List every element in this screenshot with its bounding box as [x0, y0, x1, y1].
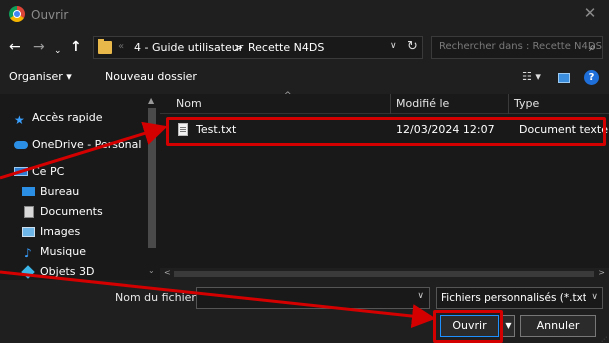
- text-file-icon: [178, 123, 188, 136]
- filetype-select[interactable]: Fichiers personnalisés (*.txt;*.ds ∨: [436, 287, 603, 309]
- sidebar-item-bureau[interactable]: Bureau: [0, 183, 146, 201]
- chevron-down-icon: ∨: [591, 292, 598, 302]
- address-bar[interactable]: « 4 - Guide utilisateur > Recette N4DS ∨…: [93, 36, 423, 59]
- search-input[interactable]: Rechercher dans : Recette N4DS ⌕: [431, 36, 603, 59]
- up-button[interactable]: ↑: [70, 38, 82, 56]
- refresh-button[interactable]: ↻: [407, 39, 418, 54]
- column-header-modified[interactable]: Modifié le: [396, 97, 449, 110]
- sidebar-item-acces-rapide[interactable]: ★ Accès rapide: [0, 109, 146, 127]
- chrome-icon: [9, 6, 25, 22]
- filename-label: Nom du fichier :: [115, 291, 204, 304]
- search-placeholder: Rechercher dans : Recette N4DS: [439, 41, 602, 52]
- cancel-button[interactable]: Annuler: [520, 315, 596, 337]
- window-title: Ouvrir: [31, 8, 69, 22]
- cloud-icon: [14, 141, 28, 149]
- view-options-button[interactable]: ☷ ▾: [522, 70, 541, 83]
- close-button[interactable]: ✕: [581, 4, 599, 22]
- sidebar-item-onedrive[interactable]: OneDrive - Personal: [0, 136, 146, 154]
- folder-icon: [98, 39, 112, 54]
- breadcrumb-recette-n4ds[interactable]: Recette N4DS: [248, 41, 324, 54]
- breadcrumb-guide-utilisateur[interactable]: 4 - Guide utilisateur: [134, 41, 243, 54]
- search-icon[interactable]: ⌕: [589, 40, 596, 55]
- breadcrumb-separator[interactable]: >: [234, 41, 243, 54]
- scroll-left-button[interactable]: <: [164, 268, 171, 277]
- address-dropdown-button[interactable]: ∨: [390, 41, 397, 51]
- desktop-icon: [22, 187, 35, 196]
- star-icon: ★: [14, 113, 25, 127]
- documents-icon: [24, 206, 34, 218]
- nav-scroll-down-button[interactable]: ⌄: [148, 266, 155, 275]
- open-button[interactable]: Ouvrir: [440, 315, 499, 337]
- sort-arrow-icon: ^: [284, 91, 292, 101]
- help-button[interactable]: ?: [584, 70, 599, 85]
- sidebar-item-documents[interactable]: Documents: [0, 203, 146, 221]
- column-separator[interactable]: [390, 94, 391, 114]
- chevron-down-icon[interactable]: ∨: [417, 291, 424, 301]
- file-modified: 12/03/2024 12:07: [396, 123, 495, 136]
- sidebar-item-ce-pc[interactable]: Ce PC: [0, 163, 146, 181]
- scrollbar-thumb[interactable]: [174, 271, 594, 277]
- navigation-pane: ★ Accès rapide OneDrive - Personal Ce PC…: [0, 94, 160, 280]
- nav-scrollbar[interactable]: [148, 108, 156, 248]
- file-list: ^ Nom Modifié le Type Test.txt 12/03/202…: [160, 91, 609, 280]
- open-file-dialog: Ouvrir ✕ ← → ⌄ ↑ « 4 - Guide utilisateur…: [0, 0, 609, 343]
- column-separator[interactable]: [508, 94, 509, 114]
- table-row[interactable]: Test.txt 12/03/2024 12:07 Document texte: [168, 121, 608, 139]
- filename-input[interactable]: ∨: [196, 287, 430, 309]
- recent-locations-button[interactable]: ⌄: [54, 42, 62, 60]
- list-header: ^ Nom Modifié le Type: [160, 91, 609, 114]
- title-bar: Ouvrir ✕: [0, 0, 609, 30]
- file-name: Test.txt: [196, 123, 237, 136]
- column-header-name[interactable]: Nom: [176, 97, 202, 110]
- filetype-value: Fichiers personnalisés (*.txt;*.ds: [441, 292, 586, 304]
- scroll-right-button[interactable]: >: [598, 268, 605, 277]
- preview-pane-button[interactable]: [558, 73, 570, 83]
- resize-grip-icon[interactable]: ⋰: [601, 336, 607, 343]
- horizontal-scrollbar[interactable]: < >: [160, 268, 609, 280]
- cube-icon: [21, 265, 35, 279]
- back-button[interactable]: ←: [9, 38, 21, 56]
- breadcrumb-overflow[interactable]: «: [118, 41, 124, 52]
- forward-button[interactable]: →: [33, 38, 45, 56]
- open-options-button[interactable]: ▼: [502, 315, 515, 337]
- images-icon: [22, 227, 35, 237]
- sidebar-item-objets-3d[interactable]: Objets 3D: [0, 263, 146, 281]
- column-header-type[interactable]: Type: [514, 97, 539, 110]
- pc-icon: [14, 167, 28, 176]
- sidebar-item-images[interactable]: Images: [0, 223, 146, 241]
- nav-scroll-up-button[interactable]: ▲: [148, 96, 154, 105]
- sidebar-item-musique[interactable]: ♪ Musique: [0, 243, 146, 261]
- file-type: Document texte: [519, 123, 608, 136]
- music-icon: ♪: [24, 246, 32, 260]
- new-folder-button[interactable]: Nouveau dossier: [105, 70, 197, 83]
- organize-button[interactable]: Organiser ▾: [9, 70, 72, 83]
